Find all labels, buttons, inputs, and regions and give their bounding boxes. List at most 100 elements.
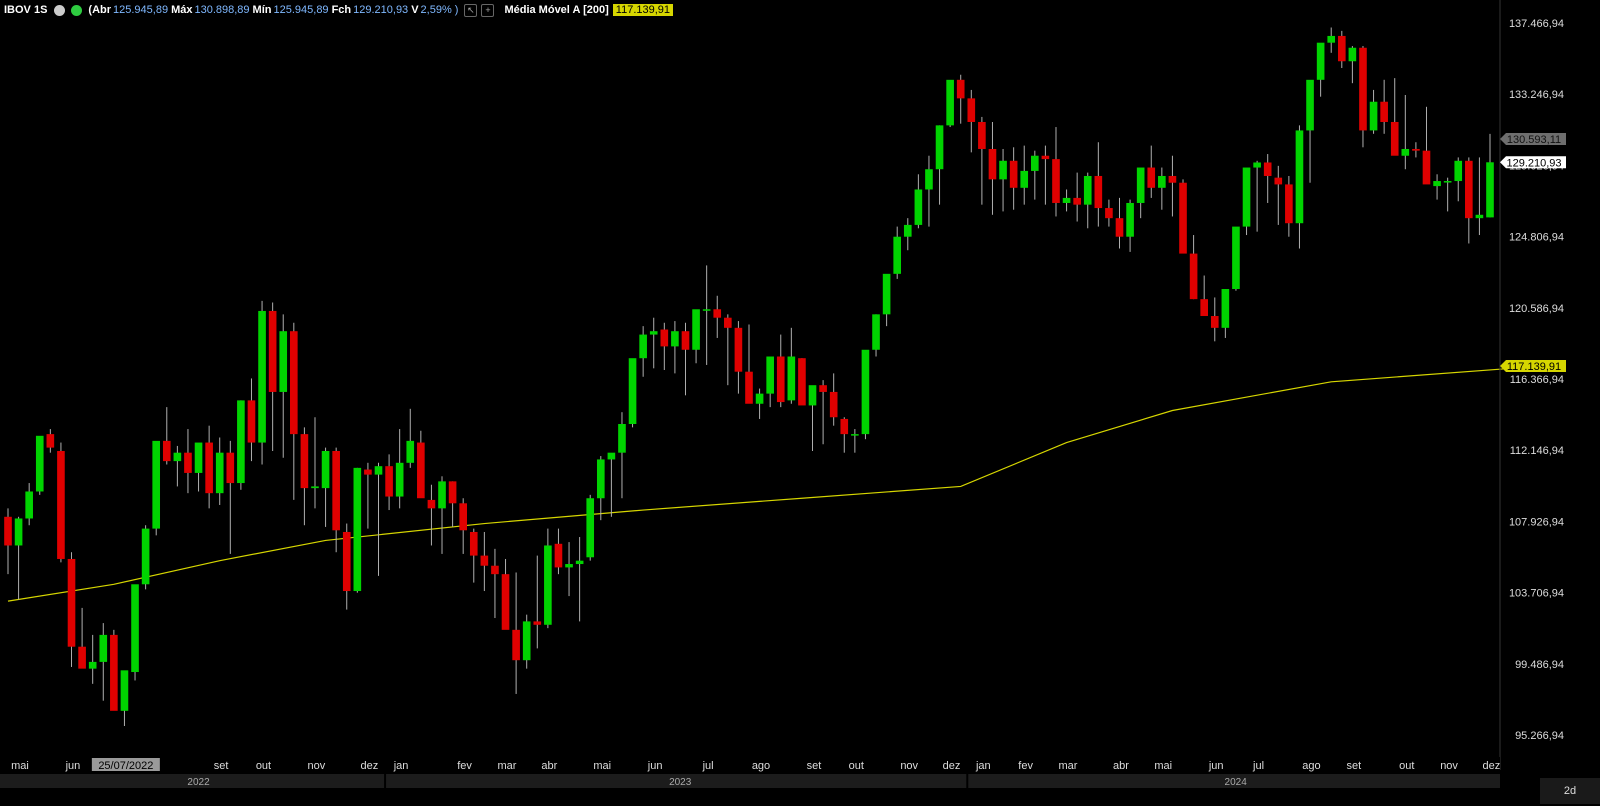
candle-body (99, 634, 108, 662)
candle (1390, 78, 1399, 156)
candle-body (173, 452, 182, 462)
candle-body (46, 434, 55, 448)
candle-body (1200, 299, 1208, 317)
candle-body (829, 391, 838, 418)
period-button[interactable]: 2d (1540, 778, 1600, 804)
candle-body (1073, 197, 1081, 205)
candle-body (1475, 214, 1484, 219)
candle-body (967, 98, 976, 122)
symbol-label[interactable]: IBOV 1S (4, 4, 47, 16)
y-axis: 95.266,94 99.486,94 103.706,94 107.926,94 11… (1499, 0, 1566, 770)
candle-body (544, 545, 552, 625)
candle (565, 542, 573, 597)
candle (120, 670, 129, 727)
candle (110, 629, 118, 711)
candle-body (671, 331, 679, 347)
candle (448, 481, 457, 527)
candle (1327, 27, 1336, 53)
candle-body (448, 481, 457, 504)
candle (618, 412, 626, 499)
candle-body (247, 400, 256, 443)
candlestick-chart[interactable]: 95.266,94 99.486,94 103.706,94 107.926,94 11… (0, 0, 1600, 806)
candle (258, 300, 266, 465)
candle (78, 607, 86, 669)
y-tick-label: 120.586,94 (1509, 303, 1564, 315)
month-label: mai (1154, 760, 1172, 772)
candle-body (1327, 35, 1336, 43)
month-label: mar (497, 760, 516, 772)
candle-body (1380, 101, 1388, 122)
candle-body (1094, 175, 1103, 209)
candle-body (88, 661, 97, 669)
month-label: fev (1018, 760, 1033, 772)
candle-body (702, 309, 711, 311)
candle-body (1454, 160, 1463, 182)
candle (544, 528, 552, 629)
candle (88, 634, 97, 684)
candle (1337, 30, 1346, 68)
candle-body (586, 498, 595, 558)
month-label: jan (975, 760, 991, 772)
month-label: fev (457, 760, 472, 772)
candle-body (1285, 184, 1293, 224)
candle (692, 309, 700, 364)
candle (1316, 42, 1325, 97)
settings-icon[interactable] (54, 4, 66, 16)
candle (1295, 125, 1304, 249)
low-value: 125.945,89 (273, 4, 329, 16)
last-close-label: 129.210,93 (1500, 156, 1566, 169)
candle-body (1052, 159, 1060, 203)
month-label: set (807, 760, 822, 772)
candle (935, 125, 944, 205)
candle (1115, 197, 1124, 249)
month-label: set (1346, 760, 1361, 772)
candle-body (438, 481, 446, 509)
candle-body (152, 440, 161, 529)
candle (766, 356, 774, 408)
candle (1105, 199, 1113, 227)
candle (438, 476, 446, 554)
candle-body (406, 440, 415, 463)
y-tick-label: 107.926,94 (1509, 516, 1564, 528)
candle (734, 321, 743, 394)
candle-body (713, 309, 722, 318)
candle-body (1253, 162, 1261, 168)
candle-body (692, 309, 700, 350)
candle (57, 442, 65, 563)
candle-body (1232, 226, 1240, 290)
candle (522, 614, 531, 669)
candle (893, 226, 902, 279)
month-label: ago (752, 760, 770, 772)
candle-body (840, 418, 849, 435)
candle (1454, 157, 1463, 202)
status-dot-icon (71, 4, 83, 16)
candle (205, 425, 213, 509)
candle (1263, 154, 1272, 203)
candle-body (978, 121, 986, 149)
cursor-price-label-text: 130.593,11 (1507, 134, 1561, 146)
candle-body (554, 543, 563, 568)
candle-body (935, 125, 944, 170)
candle (311, 417, 319, 509)
candle-body (533, 621, 542, 625)
candle-body (1433, 181, 1441, 187)
candle-body (766, 356, 774, 394)
candle (141, 525, 150, 590)
candle (914, 174, 923, 229)
candle (152, 440, 161, 536)
candle (988, 121, 997, 215)
candle (829, 373, 838, 426)
candle (649, 317, 658, 369)
month-label: mai (11, 760, 29, 772)
cursor-tool-icon[interactable]: ↖ (464, 3, 478, 17)
candle-body (258, 310, 266, 443)
candle (1221, 289, 1230, 338)
candle (882, 273, 891, 327)
candle-body (808, 385, 817, 406)
candle-body (120, 670, 129, 711)
candle-body (480, 555, 489, 566)
candle-body (755, 393, 764, 404)
candle (1041, 145, 1050, 205)
add-indicator-icon[interactable]: + (481, 3, 495, 17)
candle (967, 89, 976, 153)
